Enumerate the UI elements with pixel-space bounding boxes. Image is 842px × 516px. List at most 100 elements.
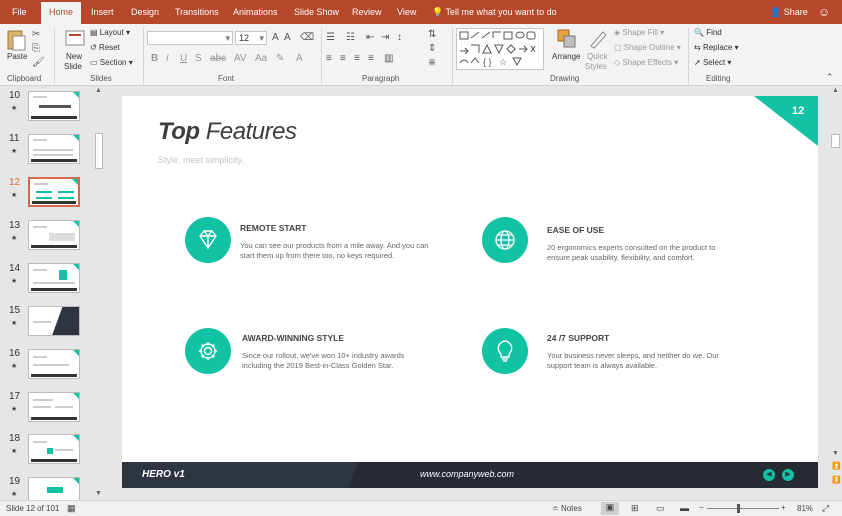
shape-outline-button[interactable]: ▢ Shape Outline ▾ [614, 43, 681, 52]
slide-sorter-icon[interactable]: ⊞ [631, 503, 639, 514]
slide-thumbnail-18[interactable] [28, 434, 80, 464]
fit-slide-icon[interactable]: ⤢ [822, 503, 829, 514]
align-left-icon[interactable]: ≡ [326, 54, 332, 64]
new-slide-icon[interactable] [64, 28, 86, 50]
slide[interactable]: 12 Top Features Style, meet simplicity. … [122, 96, 818, 488]
slide-thumbnail-15[interactable] [28, 306, 80, 336]
clear-formatting-icon[interactable]: ⌫ [300, 33, 314, 43]
slide-thumbnail-17[interactable] [28, 392, 80, 422]
slide-thumbnail-14[interactable] [28, 263, 80, 293]
new-slide-label-2[interactable]: Slide [64, 62, 82, 71]
font-size-combobox[interactable]: 12 ▾ [235, 31, 267, 45]
share-button[interactable]: 👤 Share [770, 0, 808, 24]
bold-icon[interactable]: B [151, 54, 158, 64]
arrange-icon[interactable] [556, 28, 578, 50]
slide-title[interactable]: Top Features [158, 118, 297, 146]
highlight-icon[interactable]: ✎ [276, 54, 284, 64]
strikethrough-icon[interactable]: abc [210, 54, 226, 64]
zoom-in-icon[interactable]: + [781, 503, 786, 512]
bullets-icon[interactable]: ☰ [326, 33, 335, 43]
format-painter-icon[interactable]: 🖌 [32, 58, 45, 68]
shapes-gallery[interactable]: { } ☆ [456, 28, 544, 70]
scrollbar-thumb[interactable] [95, 133, 103, 169]
italic-icon[interactable]: I [166, 54, 169, 64]
scroll-down-icon[interactable]: ▼ [95, 490, 102, 497]
tab-insert[interactable]: Insert [91, 0, 114, 24]
shape-effects-button[interactable]: ◇ Shape Effects ▾ [614, 58, 678, 67]
align-text-icon[interactable]: ⇕ [428, 44, 436, 54]
increase-indent-icon[interactable]: ⇥ [381, 33, 389, 43]
grow-font-icon[interactable]: A [272, 33, 279, 43]
chevron-down-icon[interactable]: ▾ [225, 33, 230, 44]
notes-button[interactable]: ≐ Notes [552, 504, 582, 513]
scroll-up-icon[interactable]: ▲ [832, 87, 839, 94]
slide-thumbnail-11[interactable] [28, 134, 80, 164]
shrink-font-icon[interactable]: A [284, 33, 291, 43]
tab-animations[interactable]: Animations [233, 0, 278, 24]
zoom-level[interactable]: 81% [797, 504, 813, 513]
copy-icon[interactable]: ⎘ [32, 44, 40, 54]
slide-thumbnail-12[interactable] [28, 177, 80, 207]
slide-thumbnail-16[interactable] [28, 349, 80, 379]
justify-icon[interactable]: ≡ [368, 54, 374, 64]
select-button[interactable]: ➚ Select ▾ [694, 58, 731, 67]
zoom-out-icon[interactable]: − [699, 503, 704, 512]
tab-slide-show[interactable]: Slide Show [294, 0, 339, 24]
tab-home[interactable]: Home [41, 2, 82, 24]
scroll-up-icon[interactable]: ▲ [95, 87, 102, 94]
replace-button[interactable]: ⇆ Replace ▾ [694, 43, 739, 52]
align-center-icon[interactable]: ≡ [340, 54, 346, 64]
chevron-down-icon[interactable]: ▾ [259, 32, 264, 44]
slide-thumbnail-10[interactable] [28, 91, 80, 121]
arrange-label[interactable]: Arrange [552, 52, 580, 61]
font-color-icon[interactable]: A [296, 54, 303, 64]
tell-me-search[interactable]: 💡 Tell me what you want to do [432, 0, 557, 24]
previous-slide-icon[interactable]: ⏫ [832, 462, 841, 470]
tab-view[interactable]: View [397, 0, 416, 24]
smartart-icon[interactable]: ⎈ [428, 58, 436, 68]
shadow-icon[interactable]: S [195, 54, 202, 64]
tab-transitions[interactable]: Transitions [175, 0, 219, 24]
layout-button[interactable]: ▤ Layout ▾ [90, 28, 130, 37]
quick-styles-label-1[interactable]: Quick [587, 52, 607, 61]
slideshow-view-icon[interactable]: ▬ [680, 503, 689, 513]
prev-arrow-icon[interactable]: ◀ [763, 469, 775, 481]
change-case-icon[interactable]: Aa [255, 54, 267, 64]
slide-thumbnail-13[interactable] [28, 220, 80, 250]
find-button[interactable]: 🔍 Find [694, 28, 722, 37]
canvas-scrollbar[interactable]: ▲ ▼ ⏫ ⏬ [829, 86, 842, 500]
decrease-indent-icon[interactable]: ⇤ [366, 33, 374, 43]
tab-review[interactable]: Review [352, 0, 382, 24]
section-button[interactable]: ▭ Section ▾ [90, 58, 133, 67]
font-name-combobox[interactable]: ▾ [147, 31, 233, 45]
quick-styles-label-2[interactable]: Styles [585, 62, 607, 71]
next-arrow-icon[interactable]: ▶ [782, 469, 794, 481]
tab-file[interactable]: File [12, 0, 27, 24]
tab-design[interactable]: Design [131, 0, 159, 24]
align-right-icon[interactable]: ≡ [354, 54, 360, 64]
next-slide-icon[interactable]: ⏬ [832, 476, 841, 484]
normal-view-icon[interactable]: ▣ [601, 502, 619, 515]
new-slide-label-1[interactable]: New [66, 52, 82, 61]
slide-subtitle[interactable]: Style, meet simplicity. [158, 155, 244, 165]
columns-icon[interactable]: ▥ [384, 54, 393, 64]
numbering-icon[interactable]: ☷ [346, 33, 355, 43]
scrollbar-thumb[interactable] [831, 134, 840, 148]
spell-check-icon[interactable]: ▦ [67, 503, 76, 514]
collapse-ribbon-icon[interactable]: ⌃ [826, 72, 834, 82]
zoom-slider-thumb[interactable] [737, 504, 740, 513]
paste-button[interactable] [5, 28, 27, 54]
underline-icon[interactable]: U [180, 54, 187, 64]
text-direction-icon[interactable]: ⇅ [428, 30, 436, 40]
shape-fill-button[interactable]: ◈ Shape Fill ▾ [614, 28, 664, 37]
zoom-slider[interactable] [707, 508, 779, 509]
reset-button[interactable]: ↺ Reset [90, 43, 120, 52]
reading-view-icon[interactable]: ▭ [656, 503, 665, 514]
scroll-down-icon[interactable]: ▼ [832, 450, 839, 457]
feedback-smiley-icon[interactable]: ☺ [818, 5, 832, 19]
thumbnail-scrollbar[interactable]: ▲ ▼ [93, 86, 105, 500]
char-spacing-icon[interactable]: AV [234, 54, 247, 64]
quick-styles-icon[interactable] [587, 28, 609, 50]
cut-icon[interactable]: ✂ [32, 30, 40, 40]
line-spacing-icon[interactable]: ↕ [397, 33, 402, 43]
